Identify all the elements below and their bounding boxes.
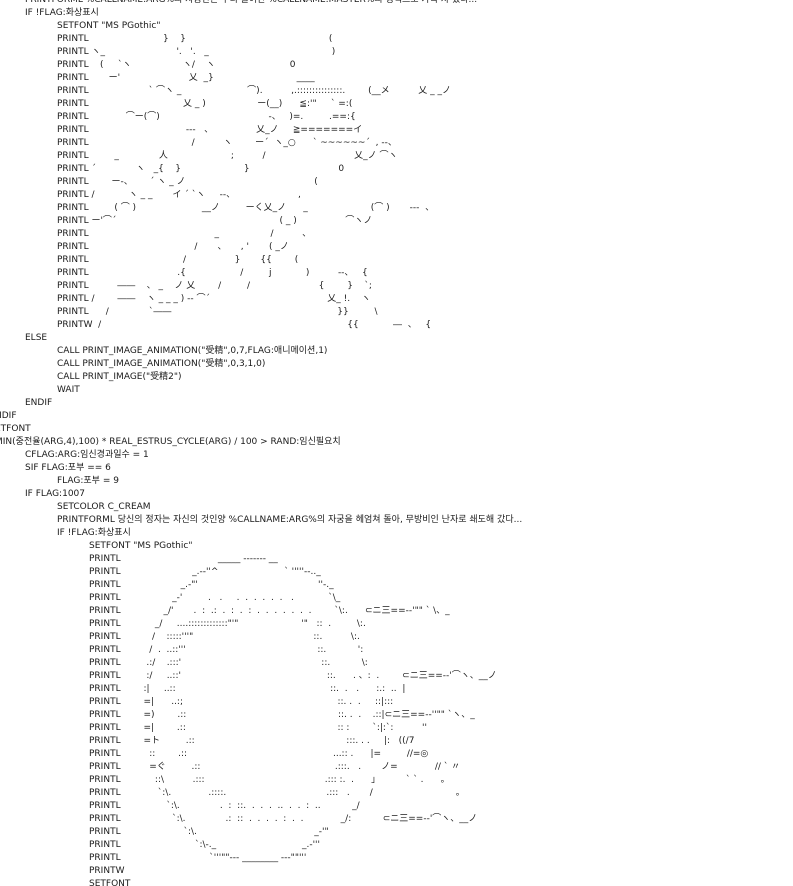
code-line[interactable]: PRINTL --- 、 乂_ノ ≧=======イ: [57, 124, 362, 137]
code-line[interactable]: SIF FLAG:포부 == 6: [25, 462, 111, 475]
code-line[interactable]: PRINTL _.--''^ ` '''''--.._: [89, 566, 321, 579]
code-line[interactable]: PRINTL ヽ_ '. '. _ ): [57, 46, 335, 59]
code-line[interactable]: SETFONT "MS PGothic": [89, 540, 192, 553]
code-line[interactable]: PRINTL _ 人 ; / 乂_ノ ⌒ヽ: [57, 150, 398, 163]
code-line[interactable]: PRINTL `:\. _-'": [89, 826, 329, 839]
code-line[interactable]: PRINTL :| ..:: ::. . . :.: .. |: [89, 683, 405, 696]
code-line[interactable]: PRINTL 乂 _ ) ー(__) ≦:'" ` =:(: [57, 98, 352, 111]
code-line[interactable]: SETFONT "MS PGothic": [57, 20, 160, 33]
code-line[interactable]: IF FLAG:1007: [25, 488, 85, 501]
code-line[interactable]: PRINTL ―― 、 _ ノ 乂 / / { } `;: [57, 280, 372, 293]
code-line[interactable]: PRINTW: [89, 865, 124, 878]
code-line[interactable]: PRINTL / 、 , ' ( _ノ: [57, 241, 289, 254]
code-line[interactable]: PRINTFORML %CALLNAME:ARG%의 자궁안은 우리 들어간 %…: [25, 0, 477, 7]
code-line[interactable]: PRINTL _ / 、: [57, 228, 311, 241]
code-line[interactable]: PRINTL _-' . . . . . . . . . `\_: [89, 592, 340, 605]
code-line[interactable]: ENDIF: [25, 397, 52, 410]
code-line[interactable]: PRINTL :: .:: ...:: . |= //=◎: [89, 748, 428, 761]
code-line[interactable]: PRINTL ⌒ー(⌒) -、 )=. .==:{: [57, 111, 356, 124]
code-line[interactable]: PRINTL / :::::'''" ::. \:.: [89, 631, 360, 644]
code-line[interactable]: PRINTL ー'⌒´ ( _ ) ⌒ヽノ: [57, 215, 372, 228]
code-line[interactable]: PRINTL ´ ヽ _{ } } 0: [57, 163, 344, 176]
code-line[interactable]: PRINTL =) .:: ::. . . .::|⊂ニ三==--''"" `ヽ…: [89, 709, 475, 722]
code-line[interactable]: PRINTL / `―― }} \: [57, 306, 378, 319]
code-line[interactable]: PRINTL _/ ....:::::::::::::"'" '" :: . \…: [89, 618, 366, 631]
code-line[interactable]: PRINTL _.-"' ''-._: [89, 579, 334, 592]
code-line[interactable]: PRINTL ( `ヽ ヽ/ ヽ 0: [57, 59, 295, 72]
code-line[interactable]: SETFONT: [89, 878, 130, 886]
code-line[interactable]: PRINTL .:/ .:::' ::. \:: [89, 657, 368, 670]
code-line[interactable]: PRINTL / ヽ ー´ ヽ_○ ` ~~~~~~´ , --、: [57, 137, 397, 150]
code-line[interactable]: MIN(중전율(ARG,4),100) * REAL_ESTRUS_CYCLE(…: [0, 436, 341, 449]
code-line[interactable]: SETCOLOR C_CREAM: [57, 501, 151, 514]
code-line[interactable]: CALL PRINT_IMAGE_ANIMATION("受精",0,7,FLAG…: [57, 345, 327, 358]
code-line[interactable]: PRINTL / ヽ _ _ イ ´ `ヽ --、 ,: [57, 189, 301, 202]
code-line[interactable]: CFLAG:ARG:임신경과일수 = 1: [25, 449, 149, 462]
code-line[interactable]: PRINTL `:\-._ _.-''': [89, 839, 320, 852]
code-line[interactable]: PRINTL ー' 乂 _} ____: [57, 72, 315, 85]
code-line[interactable]: WAIT: [57, 384, 80, 397]
code-line[interactable]: ELSE: [25, 332, 47, 345]
code-line[interactable]: PRINTL =| .:: :: : `:|:`: '': [89, 722, 427, 735]
code-line[interactable]: PRINTW / {{ ― 、 {: [57, 319, 431, 332]
code-line[interactable]: PRINTL ` ⌒ヽ _ ⌒). ,.:::::::::::::::. (__…: [57, 85, 451, 98]
code-line[interactable]: ETFONT: [0, 423, 31, 436]
code-line[interactable]: PRINTL =ト .:: :::. . . |: ((/7: [89, 735, 414, 748]
code-line[interactable]: PRINTFORML 당신의 정자는 자신의 것인양 %CALLNAME:ARG…: [57, 514, 522, 527]
code-line[interactable]: FLAG:포부 = 9: [57, 475, 119, 488]
code-line[interactable]: PRINTL ::\ .::: .::: :. . 」 ` ` . 。: [89, 774, 450, 787]
code-line[interactable]: PRINTL ( ⌒ ) __ノ ーく乂_ノ _ (⌒ ) --- 、: [57, 202, 434, 215]
code-line[interactable]: PRINTL `:\. .: :: . . . . : . . _/: ⊂ニ三=…: [89, 813, 477, 826]
code-line[interactable]: PRINTL / . ..::''' ::. ':: [89, 644, 363, 657]
code-line[interactable]: PRINTL `'''""--- ________ ---""''': [89, 852, 306, 865]
code-line[interactable]: PRINTL `:\. .::::. .::: . / 。: [89, 787, 465, 800]
code-line[interactable]: PRINTL _/' . : .: . : . : . . . . . . . …: [89, 605, 450, 618]
code-line[interactable]: NDIF: [0, 410, 17, 423]
code-editor[interactable]: PRINTFORML %CALLNAME:ARG%의 자궁안은 우리 들어간 %…: [0, 0, 793, 886]
code-line[interactable]: PRINTL / } {{ (: [57, 254, 298, 267]
code-line[interactable]: PRINTL _____ ------- __: [89, 553, 278, 566]
code-line[interactable]: PRINTL :/ ..::' ::. . 、: . ⊂ニ三==--'⌒ヽ、__…: [89, 670, 497, 683]
code-line[interactable]: PRINTL =| ..:; ::. . . ::|:::: [89, 696, 393, 709]
code-line[interactable]: PRINTL =ぐ .:: .:::. . ノ= // ` 〃: [89, 761, 460, 774]
code-line[interactable]: PRINTL ー-、 ´ ヽ _ ノ (: [57, 176, 318, 189]
code-line[interactable]: PRINTL `:\. . : ::. . . . .. . . : .. _/: [89, 800, 360, 813]
code-line[interactable]: PRINTL } } (: [57, 33, 332, 46]
code-line[interactable]: PRINTL .{ / j ) --、 {: [57, 267, 368, 280]
code-line[interactable]: CALL PRINT_IMAGE_ANIMATION("受精",0,3,1,0): [57, 358, 265, 371]
code-line[interactable]: PRINTL / ―― ヽ _ _ _ ) -- ⌒´ 乂_ !. ヽ: [57, 293, 371, 306]
code-line[interactable]: IF !FLAG:화상표시: [57, 527, 131, 540]
code-line[interactable]: IF !FLAG:화상표시: [25, 7, 99, 20]
code-line[interactable]: CALL PRINT_IMAGE("受精2"): [57, 371, 182, 384]
